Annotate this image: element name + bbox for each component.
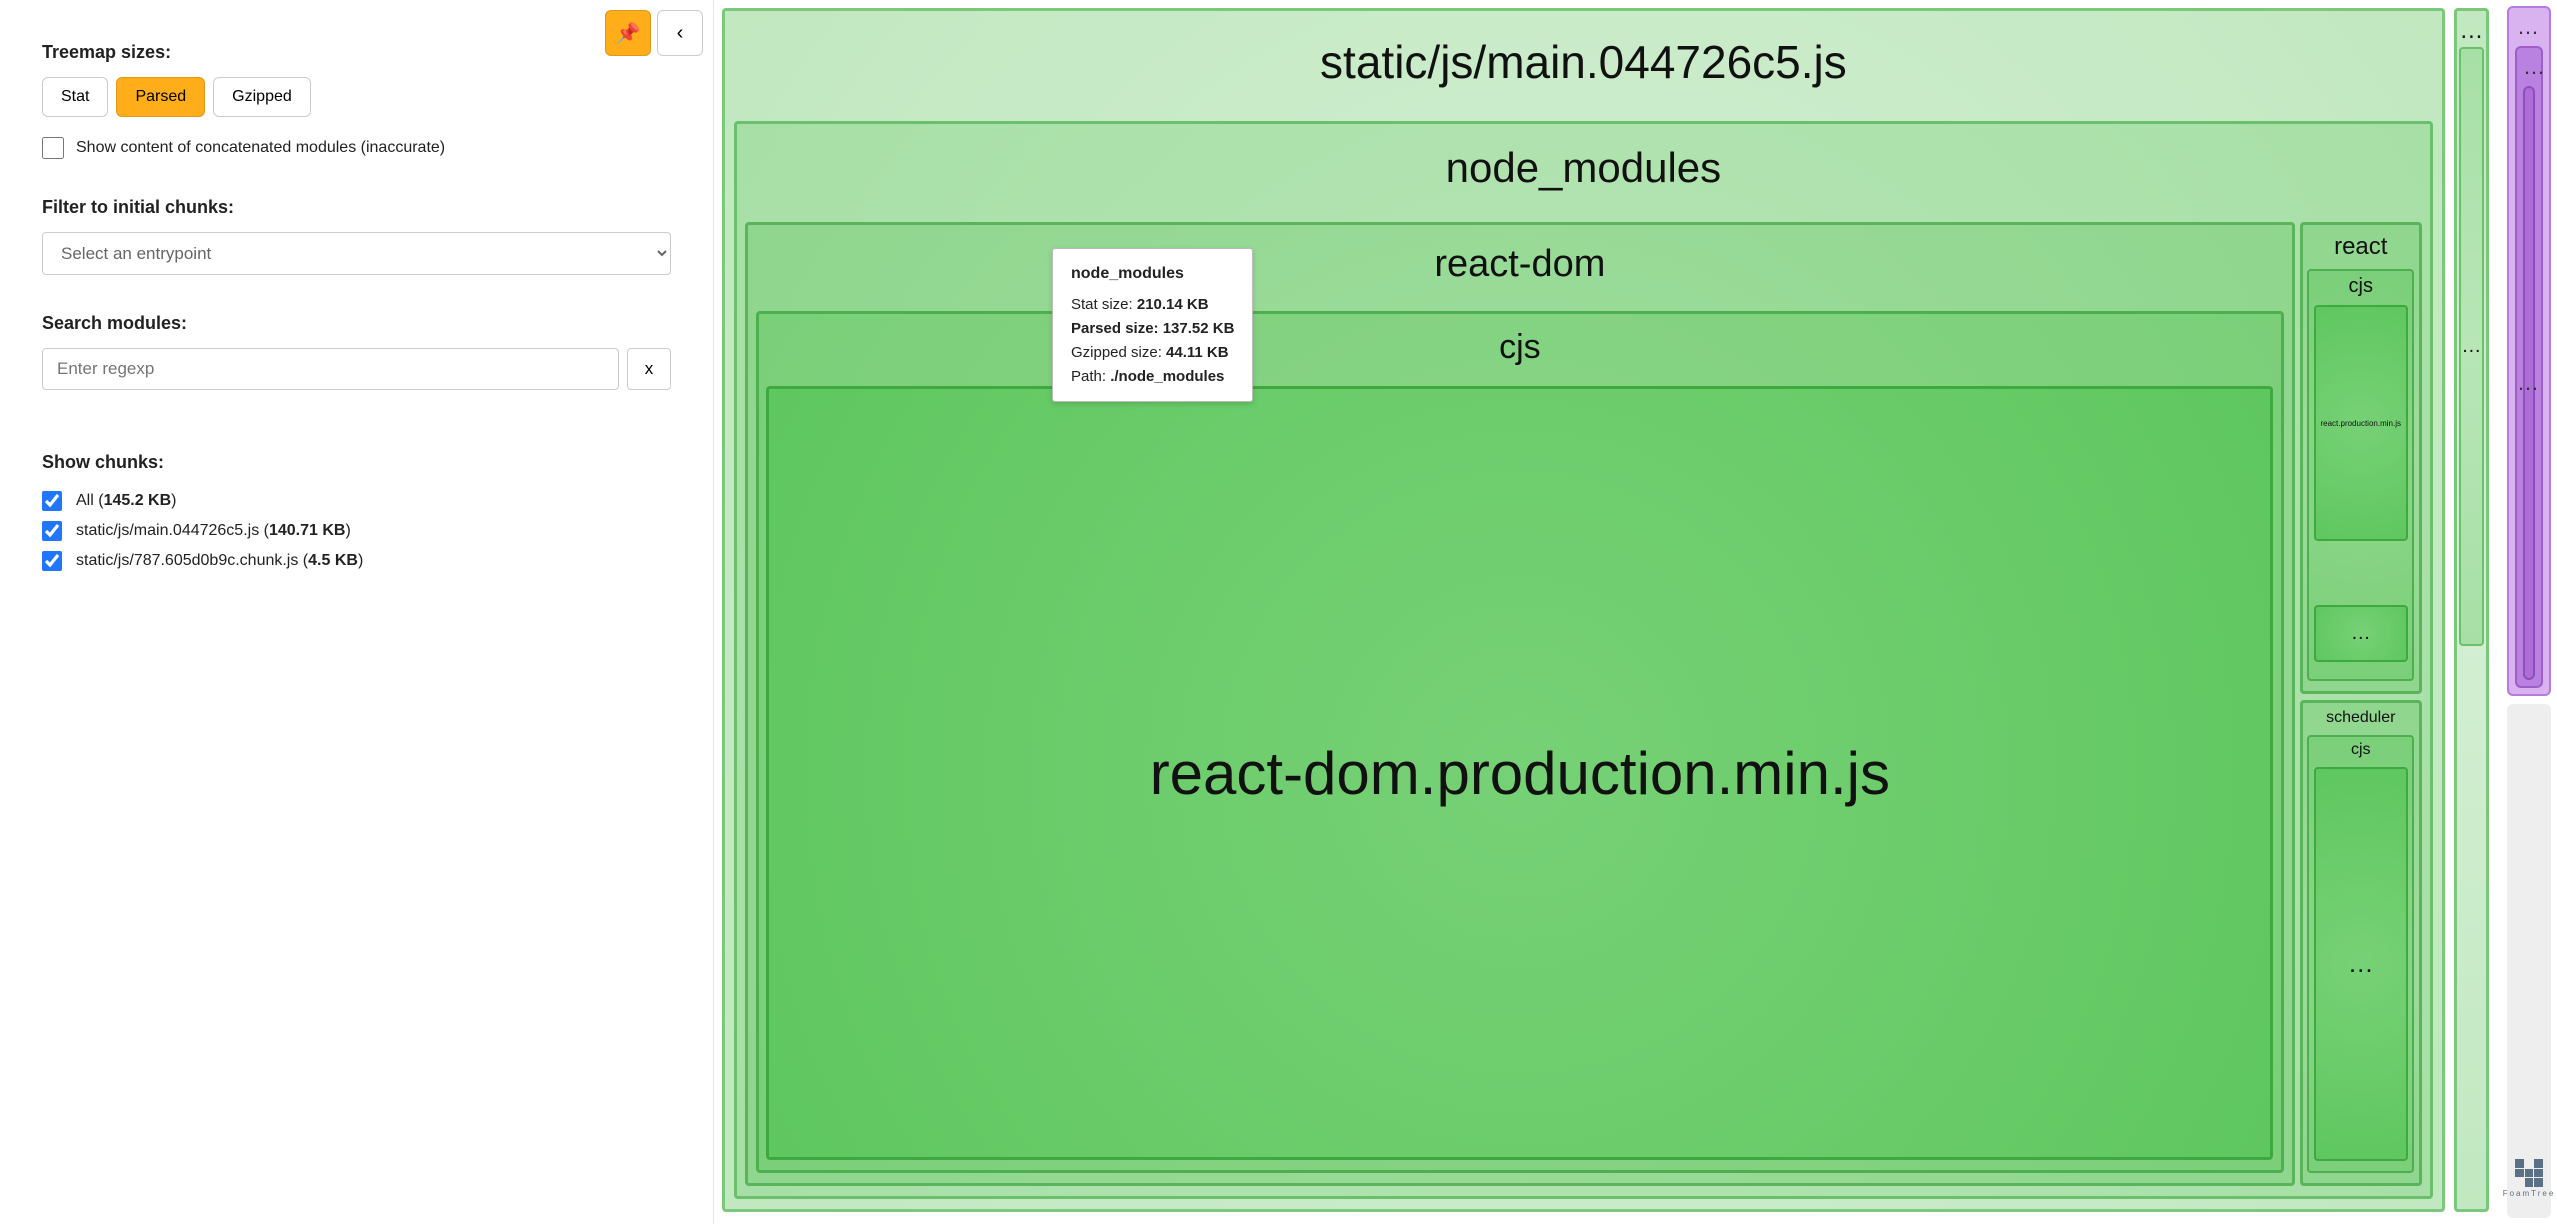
treemap-node-side-dots[interactable]: … … <box>2454 8 2489 1212</box>
entrypoint-select[interactable]: Select an entrypoint <box>42 232 671 275</box>
chunk-checkbox[interactable] <box>42 521 62 541</box>
treemap-node-scheduler-dots[interactable]: … <box>2314 767 2408 1161</box>
collapse-sidebar-button[interactable]: ‹ <box>657 10 703 56</box>
treemap-node-react-cjs[interactable]: cjs react.production.min.js … <box>2307 269 2414 681</box>
chunks-list: All (145.2 KB) static/js/main.044726c5.j… <box>42 491 671 571</box>
treemap-node-scheduler[interactable]: scheduler cjs … <box>2300 700 2422 1186</box>
rside-dots: … <box>2523 54 2535 80</box>
show-chunks-label: Show chunks: <box>42 452 671 473</box>
treemap-node-react[interactable]: react cjs react.production.min.js … <box>2300 222 2422 694</box>
treemap-node-node-modules[interactable]: node_modules react-dom cjs react-dom.pro… <box>734 121 2434 1199</box>
show-concat-row[interactable]: Show content of concatenated modules (in… <box>42 137 671 159</box>
filter-chunks-label: Filter to initial chunks: <box>42 197 671 218</box>
chunk-item-all[interactable]: All (145.2 KB) <box>42 491 671 511</box>
size-mode-stat[interactable]: Stat <box>42 77 108 117</box>
foamtree-logo-label: FoamTree <box>2503 1189 2556 1198</box>
treemap-node-react-prod[interactable]: react.production.min.js <box>2314 305 2408 541</box>
treemap-sizes-label: Treemap sizes: <box>42 42 671 63</box>
treemap-node-react-dots[interactable]: … <box>2314 605 2408 662</box>
size-mode-parsed[interactable]: Parsed <box>116 77 205 117</box>
search-modules-label: Search modules: <box>42 313 671 334</box>
sidebar: 📌 ‹ Treemap sizes: Stat Parsed Gzipped S… <box>0 0 714 1224</box>
treemap-node-react-dom-prod[interactable]: react-dom.production.min.js <box>766 386 2273 1160</box>
tooltip-title: node_modules <box>1071 261 1234 287</box>
size-mode-group: Stat Parsed Gzipped <box>42 77 671 117</box>
treemap-node-scheduler-cjs[interactable]: cjs … <box>2307 735 2414 1173</box>
foamtree-logo-icon <box>2515 1159 2543 1187</box>
rside-box-inner2[interactable]: … <box>2523 86 2535 680</box>
treemap-node-react-dom[interactable]: react-dom cjs react-dom.production.min.j… <box>745 222 2295 1186</box>
pin-icon: 📌 <box>616 21 641 46</box>
tooltip: node_modules Stat size: 210.14 KB Parsed… <box>1052 248 1253 402</box>
rside-logo-box: FoamTree <box>2507 704 2551 1218</box>
clear-search-button[interactable]: x <box>627 348 671 390</box>
rside-box-inner[interactable]: … … <box>2515 46 2543 688</box>
pin-button[interactable]: 📌 <box>605 10 651 56</box>
chunk-item-787[interactable]: static/js/787.605d0b9c.chunk.js (4.5 KB) <box>42 551 671 571</box>
show-concat-label: Show content of concatenated modules (in… <box>76 139 445 157</box>
show-concat-checkbox[interactable] <box>42 137 64 159</box>
right-sidebar: … … … FoamTree <box>2501 0 2557 1224</box>
chunk-checkbox[interactable] <box>42 491 62 511</box>
treemap-node-main[interactable]: static/js/main.044726c5.js node_modules … <box>722 8 2445 1212</box>
chunk-checkbox[interactable] <box>42 551 62 571</box>
treemap-node-side-inner[interactable]: … <box>2459 47 2484 646</box>
treemap-canvas[interactable]: static/js/main.044726c5.js node_modules … <box>714 0 2501 1224</box>
rside-box-outer[interactable]: … … … <box>2507 6 2551 696</box>
treemap-node-react-dom-cjs[interactable]: cjs react-dom.production.min.js <box>756 311 2284 1173</box>
size-mode-gzipped[interactable]: Gzipped <box>213 77 311 117</box>
chevron-left-icon: ‹ <box>677 22 684 45</box>
rside-dots: … <box>2517 370 2541 396</box>
chunk-item-main[interactable]: static/js/main.044726c5.js (140.71 KB) <box>42 521 671 541</box>
search-input[interactable] <box>42 348 619 390</box>
rside-dots: … <box>2515 14 2543 40</box>
